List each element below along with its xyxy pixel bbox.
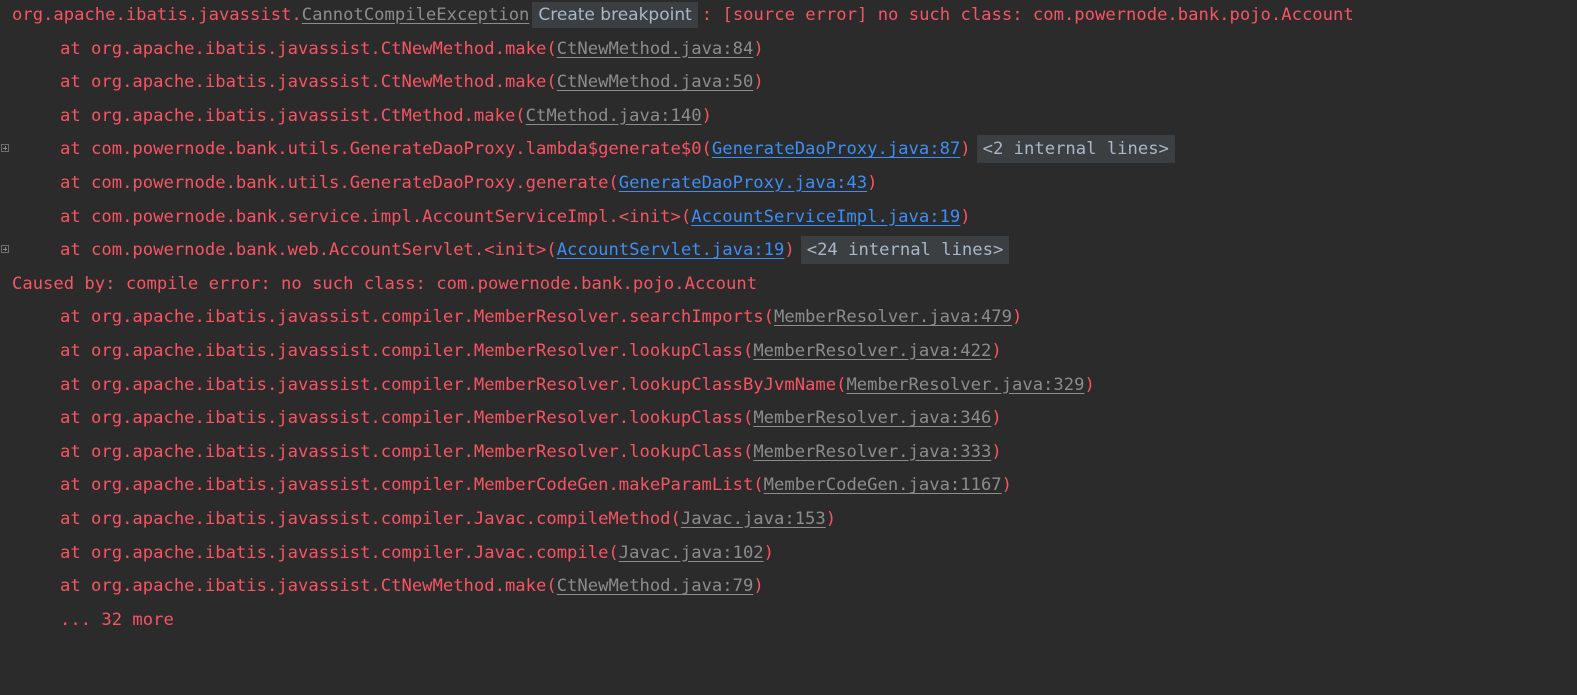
frame-close: )	[763, 542, 775, 563]
frame-close: )	[753, 38, 764, 59]
frame-source-link[interactable]: CtNewMethod.java:84	[557, 39, 754, 59]
frame-source-link[interactable]: CtMethod.java:140	[526, 106, 702, 126]
frame-close: )	[1084, 374, 1095, 395]
frame-close: )	[825, 509, 837, 529]
frame-close: )	[1001, 475, 1013, 496]
exception-package: org.apache.ibatis.javassist.	[12, 5, 302, 25]
stack-frame: at com.powernode.bank.web.AccountServlet…	[0, 235, 1577, 269]
frame-method: at org.apache.ibatis.javassist.compiler.…	[60, 307, 774, 328]
expand-fold-icon[interactable]	[1, 144, 9, 153]
stack-frame: at org.apache.ibatis.javassist.compiler.…	[0, 336, 1577, 370]
stack-frame: at com.powernode.bank.utils.GenerateDaoP…	[0, 168, 1577, 202]
frame-method: at com.powernode.bank.service.impl.Accou…	[60, 206, 692, 227]
expand-fold-icon[interactable]	[1, 245, 9, 254]
frame-close: )	[784, 240, 795, 261]
frame-source-link[interactable]: Javac.java:153	[681, 509, 826, 529]
stack-frame: at org.apache.ibatis.javassist.CtNewMeth…	[0, 67, 1577, 101]
frame-source-link[interactable]: MemberCodeGen.java:1167	[764, 475, 1002, 495]
frame-method: at com.powernode.bank.web.AccountServlet…	[60, 240, 557, 261]
frame-method: at org.apache.ibatis.javassist.compiler.…	[60, 374, 847, 395]
frame-close: )	[991, 408, 1002, 429]
internal-lines-fold[interactable]: <24 internal lines>	[800, 236, 1010, 265]
caused-by-text: Caused by: compile error: no such class:…	[12, 273, 758, 294]
frame-method: at com.powernode.bank.utils.GenerateDaoP…	[60, 173, 619, 193]
create-breakpoint-button[interactable]: Create breakpoint	[532, 2, 698, 28]
stack-frame: at org.apache.ibatis.javassist.CtMethod.…	[0, 101, 1577, 135]
frame-source-link[interactable]: Javac.java:102	[619, 543, 764, 563]
frame-close: )	[867, 173, 878, 193]
stack-frame: at org.apache.ibatis.javassist.CtNewMeth…	[0, 34, 1577, 68]
frame-method: at org.apache.ibatis.javassist.compiler.…	[60, 542, 619, 563]
stack-frame: at org.apache.ibatis.javassist.compiler.…	[0, 470, 1577, 504]
frame-method: at org.apache.ibatis.javassist.CtNewMeth…	[60, 576, 557, 597]
frame-source-link[interactable]: AccountServlet.java:19	[557, 240, 785, 260]
stack-frame: at com.powernode.bank.service.impl.Accou…	[0, 202, 1577, 236]
frame-source-link[interactable]: MemberResolver.java:329	[846, 375, 1084, 395]
frame-method: at org.apache.ibatis.javassist.compiler.…	[60, 509, 681, 529]
frame-source-link[interactable]: AccountServiceImpl.java:19	[691, 207, 960, 227]
stack-frame: at org.apache.ibatis.javassist.CtNewMeth…	[0, 571, 1577, 605]
frame-close: )	[753, 72, 764, 93]
frame-close: )	[753, 576, 764, 597]
frame-close: )	[991, 441, 1002, 462]
frame-method: at org.apache.ibatis.javassist.CtNewMeth…	[60, 72, 557, 93]
frame-source-link[interactable]: GenerateDaoProxy.java:87	[712, 139, 960, 159]
more-frames-line: ... 32 more	[0, 605, 1577, 639]
frame-method: at com.powernode.bank.utils.GenerateDaoP…	[60, 139, 712, 160]
exception-message: : [source error] no such class: com.powe…	[701, 5, 1354, 25]
stack-frame: at org.apache.ibatis.javassist.compiler.…	[0, 437, 1577, 471]
frame-close: )	[991, 341, 1002, 361]
frame-method: at org.apache.ibatis.javassist.compiler.…	[60, 408, 754, 429]
frame-close: )	[960, 206, 971, 227]
exception-header-line: org.apache.ibatis.javassist.CannotCompil…	[0, 0, 1577, 34]
frame-close: )	[701, 105, 712, 126]
frame-source-link[interactable]: MemberResolver.java:422	[753, 341, 991, 361]
frame-method: at org.apache.ibatis.javassist.compiler.…	[60, 341, 754, 361]
stack-frame: at org.apache.ibatis.javassist.compiler.…	[0, 504, 1577, 538]
frame-close: )	[1012, 307, 1023, 328]
frame-source-link[interactable]: MemberResolver.java:333	[753, 442, 991, 462]
more-frames-text: ... 32 more	[60, 609, 174, 630]
stack-frame: at org.apache.ibatis.javassist.compiler.…	[0, 403, 1577, 437]
frame-source-link[interactable]: MemberResolver.java:479	[774, 307, 1012, 327]
caused-by-line: Caused by: compile error: no such class:…	[0, 269, 1577, 303]
stack-frame: at org.apache.ibatis.javassist.compiler.…	[0, 370, 1577, 404]
stack-frame: at com.powernode.bank.utils.GenerateDaoP…	[0, 134, 1577, 168]
frame-method: at org.apache.ibatis.javassist.compiler.…	[60, 441, 754, 462]
frame-method: at org.apache.ibatis.javassist.CtMethod.…	[60, 105, 526, 126]
frame-source-link[interactable]: MemberResolver.java:346	[753, 408, 991, 428]
frame-method: at org.apache.ibatis.javassist.compiler.…	[60, 475, 764, 496]
frame-close: )	[960, 139, 971, 160]
exception-header: org.apache.ibatis.javassist.CannotCompil…	[12, 0, 1354, 30]
frame-source-link[interactable]: CtNewMethod.java:79	[557, 576, 754, 596]
frame-source-link[interactable]: CtNewMethod.java:50	[557, 72, 754, 92]
internal-lines-fold[interactable]: <2 internal lines>	[976, 135, 1175, 164]
exception-class-link[interactable]: CannotCompileException	[302, 5, 530, 25]
stack-frame: at org.apache.ibatis.javassist.compiler.…	[0, 538, 1577, 572]
console-output: org.apache.ibatis.javassist.CannotCompil…	[0, 0, 1577, 640]
frame-method: at org.apache.ibatis.javassist.CtNewMeth…	[60, 38, 557, 59]
stack-frame: at org.apache.ibatis.javassist.compiler.…	[0, 302, 1577, 336]
frame-source-link[interactable]: GenerateDaoProxy.java:43	[619, 173, 867, 193]
